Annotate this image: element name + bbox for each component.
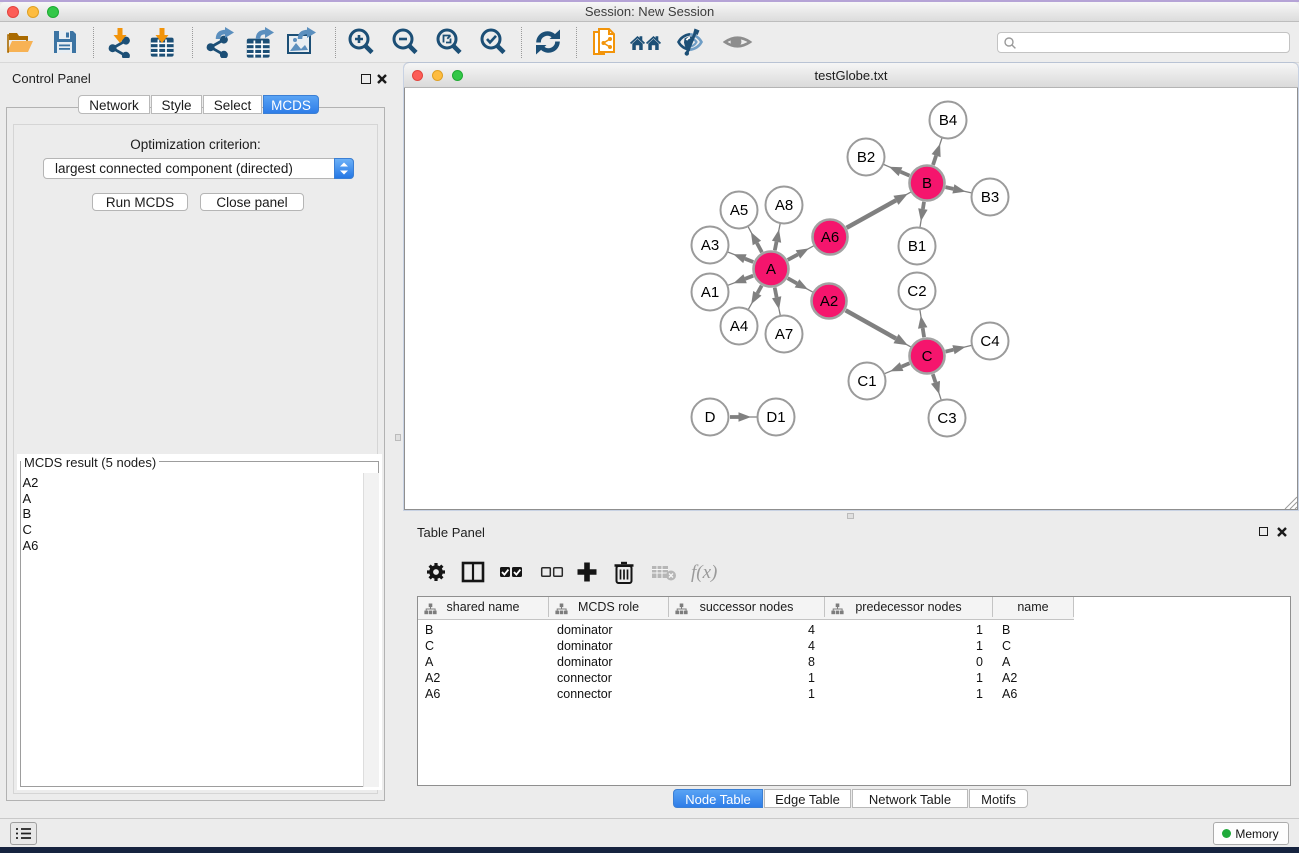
svg-text:A6: A6: [821, 229, 839, 246]
svg-text:C1: C1: [857, 373, 876, 390]
svg-text:A: A: [766, 261, 776, 278]
svg-text:A7: A7: [775, 326, 793, 343]
svg-text:C: C: [922, 348, 933, 365]
svg-text:A8: A8: [775, 197, 793, 214]
svg-text:A4: A4: [730, 318, 748, 335]
svg-text:A3: A3: [701, 237, 719, 254]
svg-text:A2: A2: [820, 293, 838, 310]
svg-text:B3: B3: [981, 189, 999, 206]
svg-text:A1: A1: [701, 284, 719, 301]
svg-text:B1: B1: [908, 238, 926, 255]
svg-text:D1: D1: [766, 409, 785, 426]
svg-text:B4: B4: [939, 112, 957, 129]
svg-text:C3: C3: [937, 410, 956, 427]
svg-text:A5: A5: [730, 202, 748, 219]
svg-text:C4: C4: [980, 333, 999, 350]
svg-text:C2: C2: [907, 283, 926, 300]
svg-text:B: B: [922, 175, 932, 192]
svg-text:f(x): f(x): [691, 562, 717, 583]
svg-text:D: D: [705, 409, 716, 426]
svg-text:B2: B2: [857, 149, 875, 166]
